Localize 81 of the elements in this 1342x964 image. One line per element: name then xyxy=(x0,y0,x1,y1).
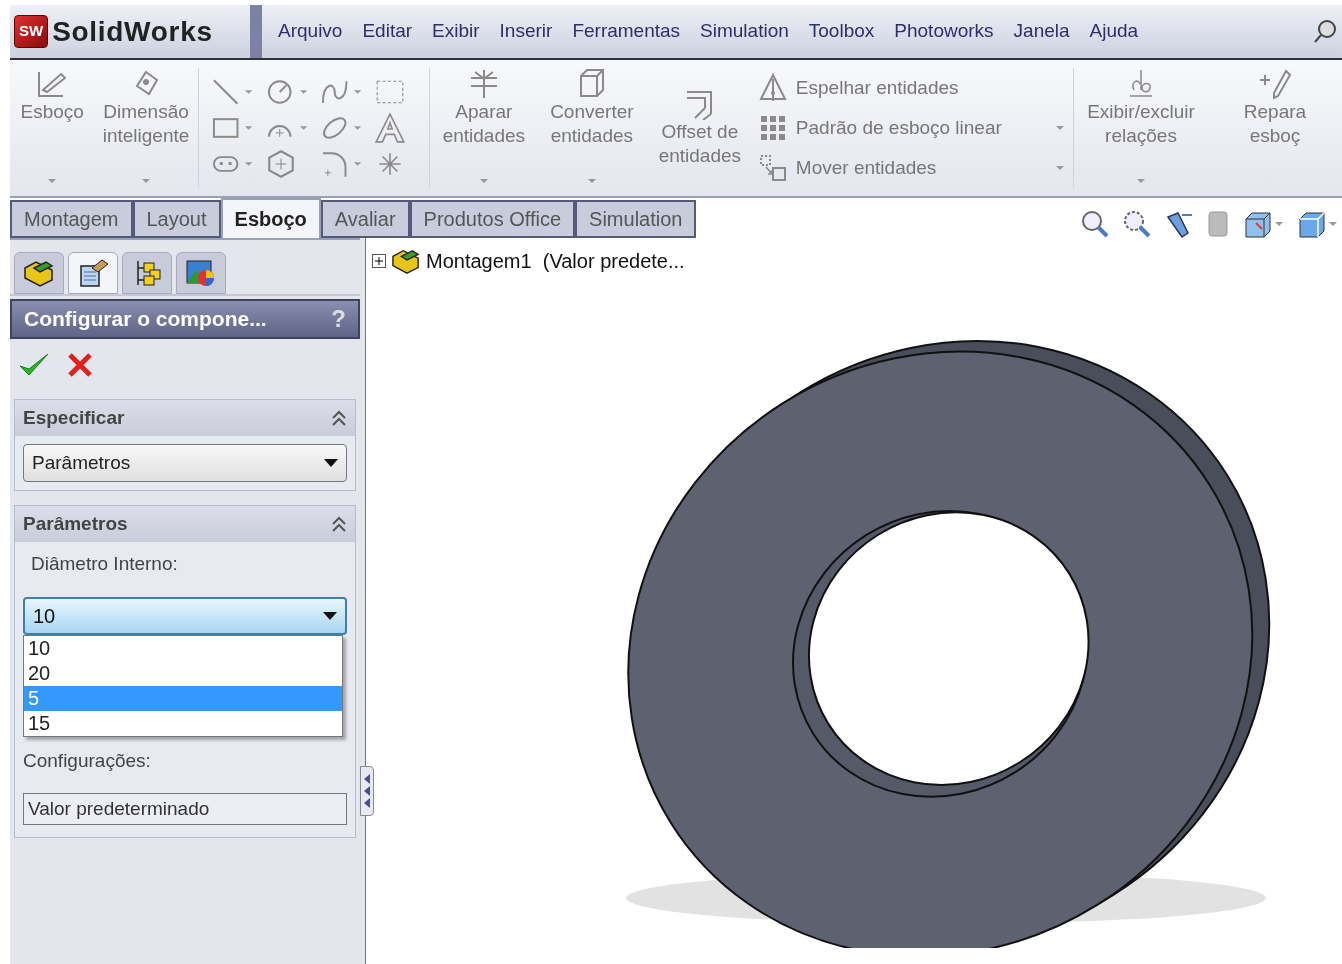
parts-icon xyxy=(22,258,56,288)
menu-item[interactable]: Inserir xyxy=(499,17,553,46)
caret-icon[interactable] xyxy=(1328,221,1338,227)
dropdown-option[interactable]: 10 xyxy=(24,635,342,661)
section-title: Especificar xyxy=(23,405,125,430)
caret-icon[interactable] xyxy=(243,161,254,167)
menu-item[interactable]: Simulation xyxy=(700,17,789,46)
menu-item[interactable]: Arquivo xyxy=(278,17,343,46)
panel-title: Configurar o compone... xyxy=(24,306,267,333)
menu-item[interactable]: Ferramentas xyxy=(572,17,681,46)
caret-icon[interactable] xyxy=(1274,221,1284,227)
dropdown-option[interactable]: 20 xyxy=(24,660,342,686)
panel-collapse-handle[interactable] xyxy=(360,766,374,816)
smart-dimension-button[interactable]: Dimensão inteligente xyxy=(94,68,198,148)
title-bar-separator xyxy=(250,5,262,58)
caret-icon[interactable] xyxy=(298,125,308,131)
list-tool-button[interactable]: Mover entidades xyxy=(757,153,937,183)
zoom-to-fit-icon[interactable] xyxy=(1080,209,1110,239)
caret-icon[interactable] xyxy=(243,125,254,131)
caret-icon[interactable] xyxy=(586,178,597,184)
collapse-icon[interactable] xyxy=(331,515,347,533)
menu-item[interactable]: Ajuda xyxy=(1089,17,1139,46)
text-tool-icon[interactable] xyxy=(374,112,407,144)
relations-button[interactable]: Repara esboç xyxy=(1216,68,1334,148)
sketch-button[interactable]: Esboço xyxy=(20,68,84,124)
caret-icon xyxy=(324,459,338,467)
section-view-icon[interactable] xyxy=(1206,209,1230,239)
command-tab[interactable]: Layout xyxy=(132,200,221,238)
command-tab[interactable]: Produtos Office xyxy=(409,200,576,238)
configuration-field[interactable]: Valor predeterminado xyxy=(23,793,347,825)
command-tab[interactable]: Simulation xyxy=(575,200,697,238)
field-label: Configurações: xyxy=(23,749,151,771)
caret-icon[interactable] xyxy=(141,178,151,184)
pencil-icon xyxy=(1258,68,1292,100)
relations-button[interactable]: Exibir/excluir relações xyxy=(1082,68,1200,148)
field-label: Diâmetro Interno: xyxy=(31,553,178,574)
command-tab[interactable]: Montagem xyxy=(10,200,133,238)
caret-icon[interactable] xyxy=(1055,165,1066,171)
entity-tool-button[interactable]: Offset de entidades xyxy=(653,68,746,168)
panel-tab[interactable] xyxy=(176,252,226,294)
menu-item[interactable]: Toolbox xyxy=(808,17,875,46)
move-icon xyxy=(757,153,788,183)
entity-tool-button[interactable]: Converter entidades xyxy=(545,68,638,148)
menu-item[interactable]: Exibir xyxy=(432,17,480,46)
menu-item[interactable]: Editar xyxy=(362,17,413,46)
flashlight-icon[interactable] xyxy=(1164,209,1194,239)
app-logo-text: SolidWorks xyxy=(52,14,213,49)
caret-icon[interactable] xyxy=(353,161,363,167)
panel-tab[interactable] xyxy=(14,252,64,294)
logo-badge: SW xyxy=(14,15,49,48)
caret-icon[interactable] xyxy=(353,125,363,131)
specify-dropdown[interactable]: Parâmetros xyxy=(23,444,347,482)
list-tool-button[interactable]: Padrão de esboço linear xyxy=(757,113,1002,143)
menu-item[interactable]: Janela xyxy=(1013,17,1070,46)
command-tab[interactable]: Esboço xyxy=(220,198,321,238)
caret-icon[interactable] xyxy=(1055,125,1066,131)
display-style-icon[interactable] xyxy=(1296,209,1328,239)
caret-icon[interactable] xyxy=(1136,178,1146,184)
caret-icon[interactable] xyxy=(47,178,58,184)
entity-tool-button[interactable]: Aparar entidades xyxy=(437,68,530,148)
collapse-icon[interactable] xyxy=(331,409,347,427)
caret-icon[interactable] xyxy=(353,89,363,95)
expand-toggle[interactable] xyxy=(372,254,386,268)
panel-tab[interactable] xyxy=(122,252,172,294)
menu-item[interactable]: Photoworks xyxy=(894,17,994,46)
list-tool-button[interactable]: Espelhar entidades xyxy=(757,73,959,103)
caret-icon[interactable] xyxy=(243,89,254,95)
command-tab[interactable]: Avaliar xyxy=(320,200,410,238)
caret-icon[interactable] xyxy=(478,178,489,184)
panel-tab[interactable] xyxy=(68,252,118,294)
mirror-icon xyxy=(757,73,788,103)
assembly-icon xyxy=(390,247,422,275)
view-orientation-icon[interactable] xyxy=(1242,209,1274,239)
dropdown-option[interactable]: 15 xyxy=(24,710,342,736)
tree-item[interactable]: Montagem1 (Valor predete... xyxy=(426,246,685,276)
zoom-area-icon[interactable] xyxy=(1122,209,1152,239)
caret-icon[interactable] xyxy=(298,89,308,95)
caret-icon xyxy=(323,611,337,620)
close-icon[interactable] xyxy=(66,351,94,379)
diameter-dropdown[interactable]: 10 xyxy=(23,596,347,635)
section-title: Parâmetros xyxy=(23,511,128,536)
